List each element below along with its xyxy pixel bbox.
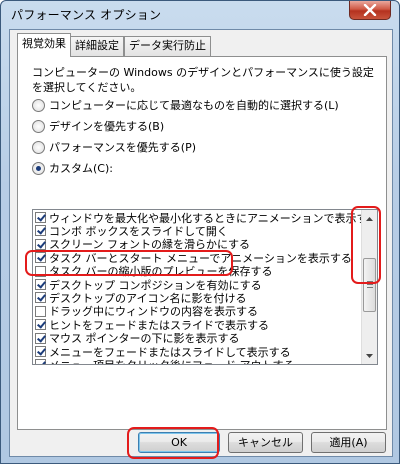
tab-advanced[interactable]: 詳細設定 bbox=[70, 36, 124, 56]
window-title: パフォーマンス オプション bbox=[11, 8, 162, 22]
grip-line bbox=[367, 284, 373, 285]
tab-visual-effects[interactable]: 視覚効果 bbox=[17, 33, 71, 57]
checkbox[interactable] bbox=[35, 332, 46, 344]
radio-best-appearance[interactable]: デザインを優先する(B) bbox=[32, 118, 164, 134]
visual-effects-panel: コンピューターの Windows のデザインとパフォーマンスに使う設定を選択して… bbox=[17, 56, 387, 430]
checkbox[interactable] bbox=[35, 265, 46, 277]
option-label: メニュー項目をクリック後にフェード アウトする bbox=[49, 357, 295, 364]
grip-line bbox=[367, 287, 373, 288]
checkbox[interactable] bbox=[35, 212, 46, 223]
radio-custom[interactable]: カスタム(C): bbox=[32, 160, 113, 176]
checkbox[interactable] bbox=[35, 305, 46, 317]
close-icon bbox=[363, 4, 377, 16]
tab-label: 詳細設定 bbox=[75, 39, 119, 52]
vertical-scrollbar[interactable] bbox=[361, 210, 377, 364]
radio-button[interactable] bbox=[32, 98, 45, 112]
apply-button[interactable]: 適用(A) bbox=[311, 432, 386, 453]
performance-options-dialog: パフォーマンス オプション 視覚効果 詳細設定 データ実行防止 コンピューターの… bbox=[0, 0, 400, 464]
ok-button-label: OK bbox=[171, 436, 187, 449]
effect-option-item[interactable]: メニュー項目をクリック後にフェード アウトする bbox=[35, 357, 295, 364]
checkbox[interactable] bbox=[35, 252, 46, 264]
tab-label: 視覚効果 bbox=[22, 37, 66, 50]
description-text: コンピューターの Windows のデザインとパフォーマンスに使う設定を選択して… bbox=[32, 66, 374, 94]
ok-button[interactable]: OK bbox=[138, 432, 220, 453]
radio-label: コンピューターに応じて最適なものを自動的に選択する(L) bbox=[49, 99, 339, 112]
grip-line bbox=[367, 281, 373, 282]
checkbox[interactable] bbox=[35, 238, 46, 250]
cancel-button[interactable]: キャンセル bbox=[228, 432, 303, 453]
cancel-button-label: キャンセル bbox=[238, 436, 293, 449]
scroll-down-arrow-icon[interactable] bbox=[362, 348, 377, 363]
checkbox[interactable] bbox=[35, 225, 46, 237]
dialog-body: 視覚効果 詳細設定 データ実行防止 コンピューターの Windows のデザイン… bbox=[9, 29, 393, 457]
tab-label: データ実行防止 bbox=[129, 39, 206, 52]
close-button[interactable] bbox=[349, 1, 391, 20]
radio-button[interactable] bbox=[32, 140, 45, 154]
scroll-up-arrow-icon[interactable] bbox=[362, 211, 377, 226]
scrollbar-thumb[interactable] bbox=[363, 258, 376, 312]
checkbox[interactable] bbox=[35, 279, 46, 290]
checkbox[interactable] bbox=[35, 292, 46, 304]
tab-data-execution-prevention[interactable]: データ実行防止 bbox=[124, 36, 211, 56]
checkbox[interactable] bbox=[35, 346, 46, 357]
apply-button-label: 適用(A) bbox=[329, 436, 368, 449]
radio-auto[interactable]: コンピューターに応じて最適なものを自動的に選択する(L) bbox=[32, 97, 339, 113]
radio-button[interactable] bbox=[32, 161, 45, 175]
radio-best-performance[interactable]: パフォーマンスを優先する(P) bbox=[32, 139, 196, 155]
radio-label: カスタム(C): bbox=[49, 162, 113, 175]
checkbox[interactable] bbox=[35, 359, 46, 364]
radio-label: パフォーマンスを優先する(P) bbox=[49, 141, 196, 154]
visual-effects-list[interactable]: ウィンドウを最大化や最小化するときにアニメーションで表示する コンボ ボックスをス… bbox=[32, 209, 378, 365]
radio-button[interactable] bbox=[32, 119, 45, 133]
checkbox[interactable] bbox=[35, 319, 46, 331]
radio-label: デザインを優先する(B) bbox=[49, 120, 165, 133]
